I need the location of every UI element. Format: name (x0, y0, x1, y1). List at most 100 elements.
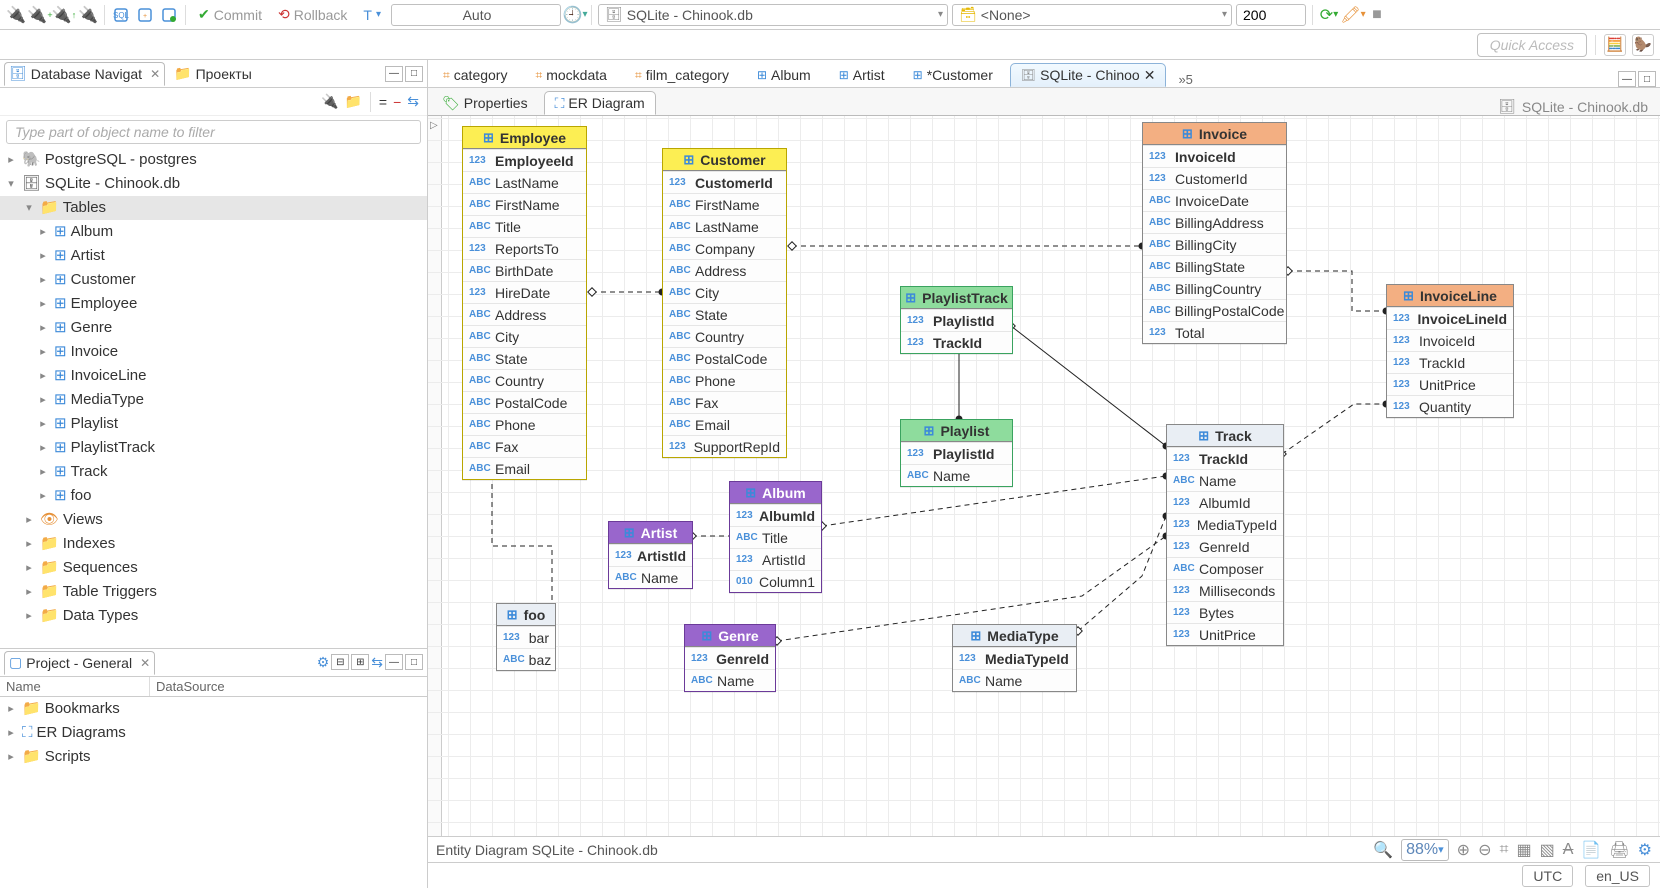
zoom-in-icon[interactable]: ⊕ (1457, 840, 1470, 860)
table-employee[interactable]: ▸⊞Employee (0, 292, 427, 316)
link-icon[interactable]: ⇆ (407, 93, 419, 110)
tab-category[interactable]: ⌗category (432, 63, 518, 87)
table-genre[interactable]: ▸⊞Genre (0, 316, 427, 340)
column-billingaddress[interactable]: ABCBillingAddress (1143, 211, 1286, 233)
search-icon[interactable]: 🔍 (1373, 840, 1393, 860)
er-diagram-tab[interactable]: ⛶ ER Diagram (544, 91, 656, 115)
column-billingpostalcode[interactable]: ABCBillingPostalCode (1143, 299, 1286, 321)
column-albumid[interactable]: 123AlbumId (1167, 491, 1283, 513)
sequences-folder[interactable]: ▸ 📁 Sequences (0, 556, 427, 580)
conn-postgres[interactable]: ▸🐘 PostgreSQL - postgres (0, 148, 427, 172)
column-country[interactable]: ABCCountry (663, 325, 786, 347)
column-column1[interactable]: 010Column1 (730, 570, 821, 592)
expand-all-icon[interactable]: ⊞ (351, 654, 369, 670)
commit-button[interactable]: ✔Commit (192, 6, 268, 23)
column-hiredate[interactable]: 123HireDate (463, 281, 586, 303)
rows-limit-input[interactable] (1236, 4, 1306, 26)
column-unitprice[interactable]: 123UnitPrice (1387, 373, 1513, 395)
tab-sqlite-chinook[interactable]: 🗄SQLite - Chinoo✕ (1010, 63, 1167, 87)
entity-employee[interactable]: ⊞Employee123EmployeeIdABCLastNameABCFirs… (462, 126, 587, 480)
entity-invoice[interactable]: ⊞Invoice123InvoiceId123CustomerIdABCInvo… (1142, 122, 1287, 344)
column-lastname[interactable]: ABCLastName (663, 215, 786, 237)
locale-cell[interactable]: en_US (1585, 865, 1650, 887)
plug-icon[interactable]: 🔌↑ (54, 5, 74, 25)
entity-playlist[interactable]: ⊞Playlist123PlaylistIdABCName (900, 419, 1013, 487)
column-birthdate[interactable]: ABCBirthDate (463, 259, 586, 281)
gear-icon[interactable]: ⚙ (317, 654, 330, 671)
minimize-icon[interactable]: — (385, 66, 403, 82)
column-billingcountry[interactable]: ABCBillingCountry (1143, 277, 1286, 299)
table-mediatype[interactable]: ▸⊞MediaType (0, 388, 427, 412)
column-fax[interactable]: ABCFax (463, 435, 586, 457)
column-bytes[interactable]: 123Bytes (1167, 601, 1283, 623)
column-state[interactable]: ABCState (463, 347, 586, 369)
entity-artist[interactable]: ⊞Artist123ArtistIdABCName (608, 521, 693, 589)
column-postalcode[interactable]: ABCPostalCode (663, 347, 786, 369)
er-diagram-canvas[interactable]: ▷ (428, 116, 1660, 836)
entity-mediatype[interactable]: ⊞MediaType123MediaTypeIdABCName (952, 624, 1077, 692)
plug-connect-icon[interactable]: 🔌+ (30, 5, 50, 25)
txn-mode-combo[interactable]: Auto (391, 4, 561, 26)
tab-artist[interactable]: ⊞Artist (828, 63, 896, 87)
entity-header[interactable]: ⊞foo (497, 604, 555, 626)
settings-gear-icon[interactable]: ⚙ (1638, 840, 1652, 860)
datasource-combo[interactable]: 🗄 SQLite - Chinook.db ▾ (598, 4, 948, 26)
entity-invoiceline[interactable]: ⊞InvoiceLine123InvoiceLineId123InvoiceId… (1386, 284, 1514, 418)
column-city[interactable]: ABCCity (463, 325, 586, 347)
table-invoice[interactable]: ▸⊞Invoice (0, 340, 427, 364)
disconnect-icon[interactable]: 🔌 (78, 5, 98, 25)
column-name[interactable]: ABCName (953, 669, 1076, 691)
sql-editor-icon[interactable]: SQL (111, 5, 131, 25)
table-foo[interactable]: ▸⊞foo (0, 484, 427, 508)
column-title[interactable]: ABCTitle (730, 526, 821, 548)
column-company[interactable]: ABCCompany (663, 237, 786, 259)
entity-header[interactable]: ⊞Customer (663, 149, 786, 171)
nav-filter-input[interactable] (6, 120, 421, 144)
column-name[interactable]: ABCName (609, 566, 692, 588)
column-playlistid[interactable]: 123PlaylistId (901, 309, 1012, 331)
column-invoicelineid[interactable]: 123InvoiceLineId (1387, 307, 1513, 329)
column-unitprice[interactable]: 123UnitPrice (1167, 623, 1283, 645)
column-trackid[interactable]: 123TrackId (901, 331, 1012, 353)
column-employeeid[interactable]: 123EmployeeId (463, 149, 586, 171)
column-title[interactable]: ABCTitle (463, 215, 586, 237)
maximize-icon[interactable]: □ (1638, 71, 1656, 87)
column-customerid[interactable]: 123CustomerId (1143, 167, 1286, 189)
minimize-icon[interactable]: — (385, 654, 403, 670)
column-albumid[interactable]: 123AlbumId (730, 504, 821, 526)
entity-foo[interactable]: ⊞foo123barABCbaz (496, 603, 556, 671)
column-billingstate[interactable]: ABCBillingState (1143, 255, 1286, 277)
column-address[interactable]: ABCAddress (663, 259, 786, 281)
datatypes-folder[interactable]: ▸ 📁 Data Types (0, 604, 427, 628)
indexes-folder[interactable]: ▸ 📁 Indexes (0, 532, 427, 556)
close-icon[interactable]: ✕ (150, 67, 160, 81)
entity-header[interactable]: ⊞Track (1167, 425, 1283, 447)
plug-new-icon[interactable]: 🔌 (6, 5, 26, 25)
column-reportsto[interactable]: 123ReportsTo (463, 237, 586, 259)
project-tree[interactable]: ▸📁 Bookmarks ▸⛶ ER Diagrams ▸📁 Scripts (0, 697, 427, 888)
table-artist[interactable]: ▸⊞Artist (0, 244, 427, 268)
tab-film-category[interactable]: ⌗film_category (624, 63, 740, 87)
column-invoicedate[interactable]: ABCInvoiceDate (1143, 189, 1286, 211)
maximize-icon[interactable]: □ (405, 66, 423, 82)
table-playlisttrack[interactable]: ▸⊞PlaylistTrack (0, 436, 427, 460)
entity-genre[interactable]: ⊞Genre123GenreIdABCName (684, 624, 776, 692)
column-customerid[interactable]: 123CustomerId (663, 171, 786, 193)
properties-tab[interactable]: 🏷 Properties (432, 91, 538, 115)
column-bar[interactable]: 123bar (497, 626, 555, 648)
table-invoiceline[interactable]: ▸⊞InvoiceLine (0, 364, 427, 388)
link-icon[interactable]: ⇆ (371, 654, 383, 671)
column-country[interactable]: ABCCountry (463, 369, 586, 391)
column-baz[interactable]: ABCbaz (497, 648, 555, 670)
nav-tab[interactable]: 🗄 Database Navigat ✕ (4, 62, 165, 86)
column-email[interactable]: ABCEmail (663, 413, 786, 435)
column-invoiceid[interactable]: 123InvoiceId (1143, 145, 1286, 167)
bookmarks[interactable]: ▸📁 Bookmarks (0, 697, 427, 721)
triggers-folder[interactable]: ▸ 📁 Table Triggers (0, 580, 427, 604)
entity-header[interactable]: ⊞MediaType (953, 625, 1076, 647)
column-invoiceid[interactable]: 123InvoiceId (1387, 329, 1513, 351)
zoom-combo[interactable]: 88% ▾ (1401, 839, 1449, 861)
entity-track[interactable]: ⊞Track123TrackIdABCName123AlbumId123Medi… (1166, 424, 1284, 646)
maximize-icon[interactable]: □ (405, 654, 423, 670)
column-trackid[interactable]: 123TrackId (1167, 447, 1283, 469)
